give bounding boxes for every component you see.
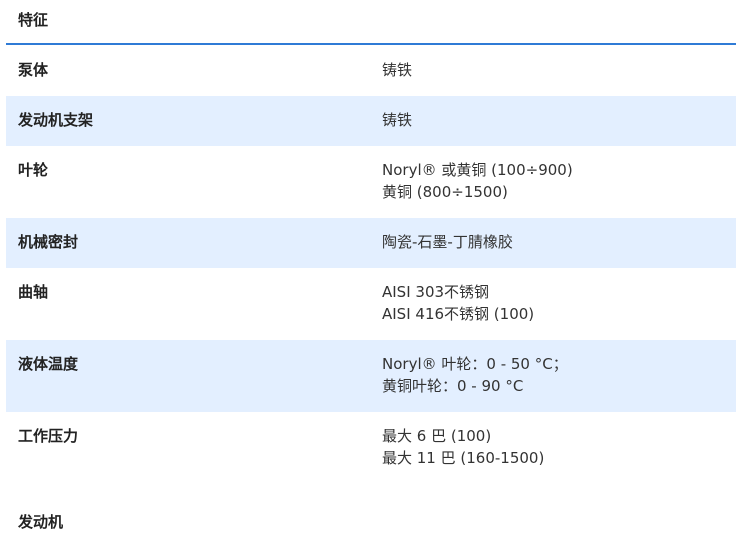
spec-table: 泵体 铸铁 发动机支架 铸铁 叶轮 Noryl® 或黄铜 (100÷900) 黄… [6,46,736,484]
spec-row-mechanical-seal: 机械密封 陶瓷-石墨-丁腈橡胶 [6,218,736,268]
spec-row-working-pressure: 工作压力 最大 6 巴 (100) 最大 11 巴 (160-1500) [6,412,736,484]
spec-value: 陶瓷-石墨-丁腈橡胶 [382,233,513,251]
spec-values: 最大 6 巴 (100) 最大 11 巴 (160-1500) [382,426,736,470]
spec-value: AISI 416不锈钢 (100) [382,305,535,323]
header-divider [6,43,736,45]
features-section-title: 特征 [18,11,49,29]
spec-row-pump-body: 泵体 铸铁 [6,46,736,96]
spec-value: AISI 303不锈钢 [382,283,490,301]
spec-values: 陶瓷-石墨-丁腈橡胶 [382,232,736,254]
spec-row-liquid-temperature: 液体温度 Noryl® 叶轮：0 - 50 °C； 黄铜叶轮：0 - 90 °C [6,340,736,412]
spec-value: 最大 6 巴 (100) [382,427,492,445]
spec-row-impeller: 叶轮 Noryl® 或黄铜 (100÷900) 黄铜 (800÷1500) [6,146,736,218]
spec-value: 铸铁 [382,111,413,129]
spec-label: 泵体 [18,61,49,79]
spec-values: 铸铁 [382,110,736,132]
spec-value: 最大 11 巴 (160-1500) [382,449,545,467]
spec-values: Noryl® 或黄铜 (100÷900) 黄铜 (800÷1500) [382,160,736,204]
spec-value: 铸铁 [382,61,413,79]
spec-label: 液体温度 [18,355,79,373]
spec-values: Noryl® 叶轮：0 - 50 °C； 黄铜叶轮：0 - 90 °C [382,354,736,398]
spec-value: Noryl® 叶轮：0 - 50 °C； [382,355,568,373]
spec-label: 叶轮 [18,161,49,179]
motor-section-title: 发动机 [18,513,64,531]
spec-label: 机械密封 [18,233,79,251]
spec-values: AISI 303不锈钢 AISI 416不锈钢 (100) [382,282,736,326]
spec-value: Noryl® 或黄铜 (100÷900) [382,161,573,179]
spec-label: 工作压力 [18,427,79,445]
spec-label: 发动机支架 [18,111,94,129]
spec-row-motor-bracket: 发动机支架 铸铁 [6,96,736,146]
spec-value: 黄铜叶轮：0 - 90 °C [382,377,524,395]
spec-row-shaft: 曲轴 AISI 303不锈钢 AISI 416不锈钢 (100) [6,268,736,340]
spec-value: 黄铜 (800÷1500) [382,183,508,201]
spec-values: 铸铁 [382,60,736,82]
spec-label: 曲轴 [18,283,49,301]
